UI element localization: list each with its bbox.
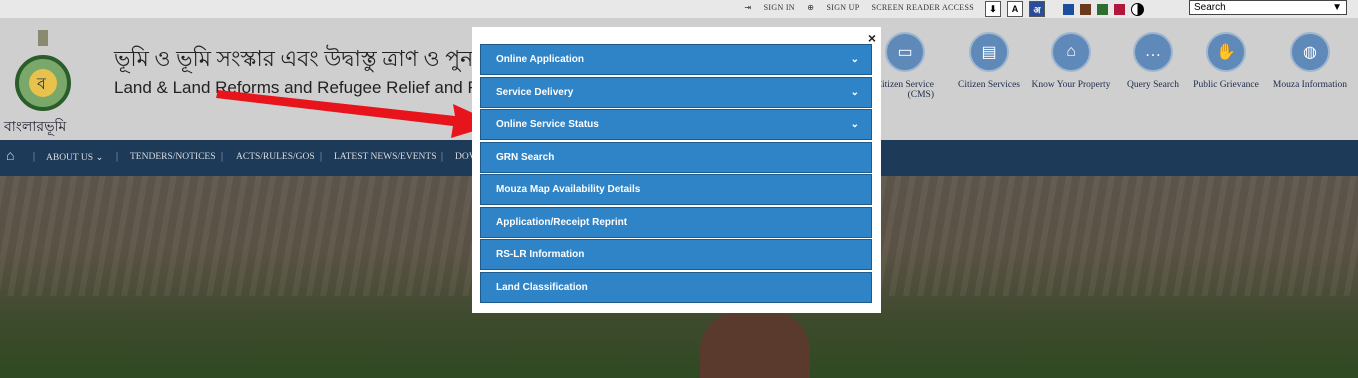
services-menu: Online Application ⌄ Service Delivery ⌄ … [480, 44, 872, 304]
menu-item-label: Online Service Status [496, 119, 599, 130]
menu-item-online-service-status[interactable]: Online Service Status ⌄ [480, 109, 872, 140]
services-modal: × Online Application ⌄ Service Delivery … [472, 27, 881, 313]
menu-item-label: RS-LR Information [496, 249, 585, 260]
menu-item-label: Service Delivery [496, 86, 574, 98]
menu-item-label: Mouza Map Availability Details [496, 184, 641, 195]
menu-item-service-delivery[interactable]: Service Delivery ⌄ [480, 76, 872, 108]
menu-item-mouza-map-availability[interactable]: Mouza Map Availability Details [480, 174, 872, 205]
chevron-down-icon: ⌄ [850, 119, 859, 130]
chevron-down-icon: ⌄ [850, 54, 859, 65]
menu-item-label: Land Classification [496, 281, 588, 293]
menu-item-grn-search[interactable]: GRN Search [480, 141, 872, 173]
menu-item-label: GRN Search [496, 151, 555, 163]
menu-item-label: Application/Receipt Reprint [496, 216, 628, 228]
menu-item-land-classification[interactable]: Land Classification [480, 271, 872, 303]
chevron-down-icon: ⌄ [850, 86, 859, 98]
menu-item-rs-lr-information[interactable]: RS-LR Information [480, 239, 872, 270]
menu-item-online-application[interactable]: Online Application ⌄ [480, 44, 872, 75]
menu-item-label: Online Application [496, 54, 584, 65]
menu-item-application-receipt-reprint[interactable]: Application/Receipt Reprint [480, 206, 872, 238]
